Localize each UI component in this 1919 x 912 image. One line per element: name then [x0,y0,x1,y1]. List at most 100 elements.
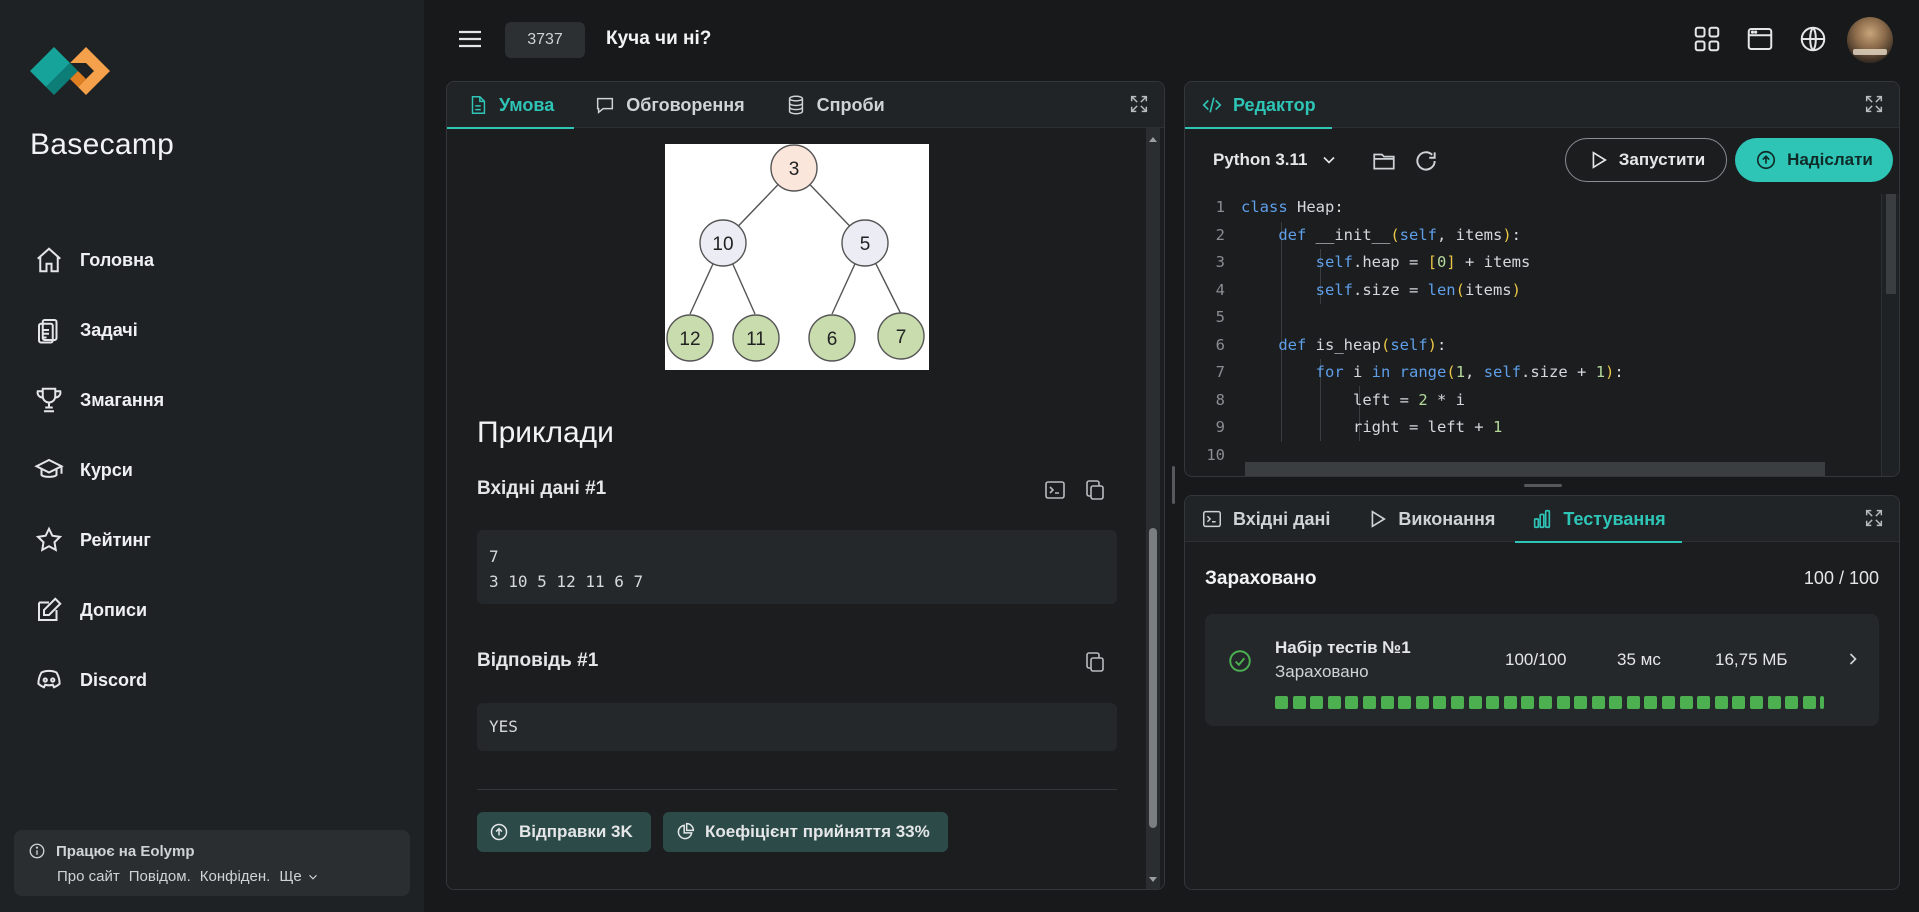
test-result-passed [1521,696,1535,709]
divider [477,789,1117,790]
problem-id-badge: 3737 [505,22,585,58]
code-text: class Heap: [1241,198,1344,216]
scroll-thumb[interactable] [1149,528,1157,828]
refresh-icon[interactable] [1413,148,1439,174]
line-number: 8 [1215,390,1225,409]
code-line: 3 self.heap = [0] + items [1185,249,1881,277]
copy-icon[interactable] [1083,478,1107,502]
submissions-label: Відправки 3K [519,822,633,841]
tab-statement-label: Умова [499,94,555,115]
run-button[interactable]: Запустити [1565,138,1727,182]
line-number: 9 [1215,418,1225,436]
test-result-passed [1345,696,1359,709]
test-result-passed [1802,696,1816,709]
scroll-up-icon[interactable] [1148,134,1158,144]
test-set-name: Набір тестів №1 [1275,638,1411,657]
problem-scrollbar[interactable] [1146,128,1160,889]
tab-discussion[interactable]: Обговорення [574,82,764,128]
nav-item-discord[interactable]: Discord [34,645,164,715]
heap-node-label: 3 [789,159,800,180]
footer-link-more[interactable]: Ще [279,868,319,885]
acceptance-button[interactable]: Коефіцієнт прийняття 33% [663,812,948,852]
problem-panel: Умова Обговорення Спроби 3 10 5 12 11 6 … [446,81,1165,890]
nav-item-courses[interactable]: Курси [34,435,164,505]
editor-resize-handle[interactable] [1524,484,1562,487]
tab-input[interactable]: Вхідні дані [1185,496,1346,542]
panel-resize-handle[interactable] [1172,466,1175,504]
tab-execution-label: Виконання [1398,508,1496,529]
result-tabs: Вхідні дані Виконання Тестування [1185,496,1899,543]
editor-tabs: Редактор [1185,82,1899,129]
tab-attempts-label: Спроби [816,94,885,115]
footer-link-report[interactable]: Повідом. [129,868,191,885]
menu-icon[interactable] [456,26,484,52]
tab-execution[interactable]: Виконання [1346,496,1515,542]
code-text: self.heap = [0] + items [1315,253,1531,271]
tab-editor[interactable]: Редактор [1185,82,1332,129]
line-number: 3 [1215,253,1225,271]
code-text: def __init__(self, items): [1278,225,1522,244]
submissions-button[interactable]: Відправки 3K [477,812,651,852]
tab-statement[interactable]: Умова [447,82,575,129]
problem-title: Куча чи ні? [606,28,712,49]
test-result-passed [1327,696,1341,709]
powered-by-box: Працює на Eolymp Про сайт Повідом. Конфі… [14,830,410,896]
nav-item-posts[interactable]: Дописи [34,575,164,645]
sidebar: Basecamp Головна Задачі Змагання Курси Р… [0,0,424,912]
expand-icon[interactable] [1863,93,1885,115]
tab-input-label: Вхідні дані [1233,508,1331,529]
code-editor[interactable]: 1 class Heap: 2 def __init__(self, items)… [1185,194,1881,476]
test-result-passed [1398,696,1412,709]
heap-node-label: 7 [896,327,907,348]
footer-link-about[interactable]: Про сайт [57,868,120,885]
user-avatar[interactable] [1847,17,1893,63]
test-result-passed [1609,696,1623,709]
expand-icon[interactable] [1128,93,1150,115]
code-line: 6 def is_heap(self): [1185,332,1881,360]
test-result-passed [1732,696,1746,709]
footer-links: Про сайт Повідом. Конфіден. Ще [57,868,320,885]
terminal-icon[interactable] [1043,478,1067,502]
editor-vertical-scrollbar[interactable] [1881,194,1899,476]
expand-icon[interactable] [1863,507,1885,529]
upload-circle-icon [490,823,508,841]
test-result-passed [1626,696,1640,709]
nav-item-problems[interactable]: Задачі [34,295,164,365]
tab-testing[interactable]: Тестування [1515,496,1682,543]
nav-item-contests[interactable]: Змагання [34,365,164,435]
browser-window-icon[interactable] [1745,24,1775,54]
editor-horizontal-scrollbar[interactable] [1245,462,1825,476]
test-result-passed [1275,696,1288,709]
basecamp-logo[interactable] [30,42,110,100]
result-panel: Вхідні дані Виконання Тестування Зарахов… [1184,495,1900,890]
code-text: def is_heap(self): [1278,335,1447,354]
code-line: 1 class Heap: [1185,194,1881,222]
brand-name: Basecamp [30,128,175,161]
code-line: 7 for i in range(1, self.size + 1): [1185,359,1881,387]
nav-item-home[interactable]: Головна [34,225,164,295]
test-result-passed [1767,696,1781,709]
test-result-passed [1468,696,1482,709]
submit-button[interactable]: Надіслати [1735,138,1893,182]
tab-attempts[interactable]: Спроби [765,82,905,128]
code-line: 9 right = left + 1 [1185,414,1881,442]
nav-item-rating[interactable]: Рейтинг [34,505,164,575]
editor-scroll-thumb[interactable] [1886,194,1896,294]
test-set-card[interactable]: Набір тестів №1 Зараховано 100/100 35 мс… [1205,614,1879,726]
test-result-passed [1486,696,1500,709]
test-set-points: 100/100 [1505,650,1567,669]
scroll-down-icon[interactable] [1148,875,1158,885]
apps-grid-icon[interactable] [1692,24,1722,54]
database-icon [788,95,803,115]
powered-by-text: Працює на Eolymp [56,842,195,860]
copy-icon[interactable] [1083,650,1107,674]
nav-label-posts: Дописи [80,599,148,620]
code-line: 4 self.size = len(items) [1185,277,1881,305]
verdict-title: Зараховано [1205,568,1317,589]
test-result-passed [1591,696,1605,709]
code-line: 2 def __init__(self, items): [1185,222,1881,250]
globe-icon[interactable] [1798,24,1828,54]
language-select[interactable]: Python 3.11 [1213,150,1339,170]
folder-icon[interactable] [1371,148,1397,174]
footer-link-privacy[interactable]: Конфіден. [200,868,271,885]
